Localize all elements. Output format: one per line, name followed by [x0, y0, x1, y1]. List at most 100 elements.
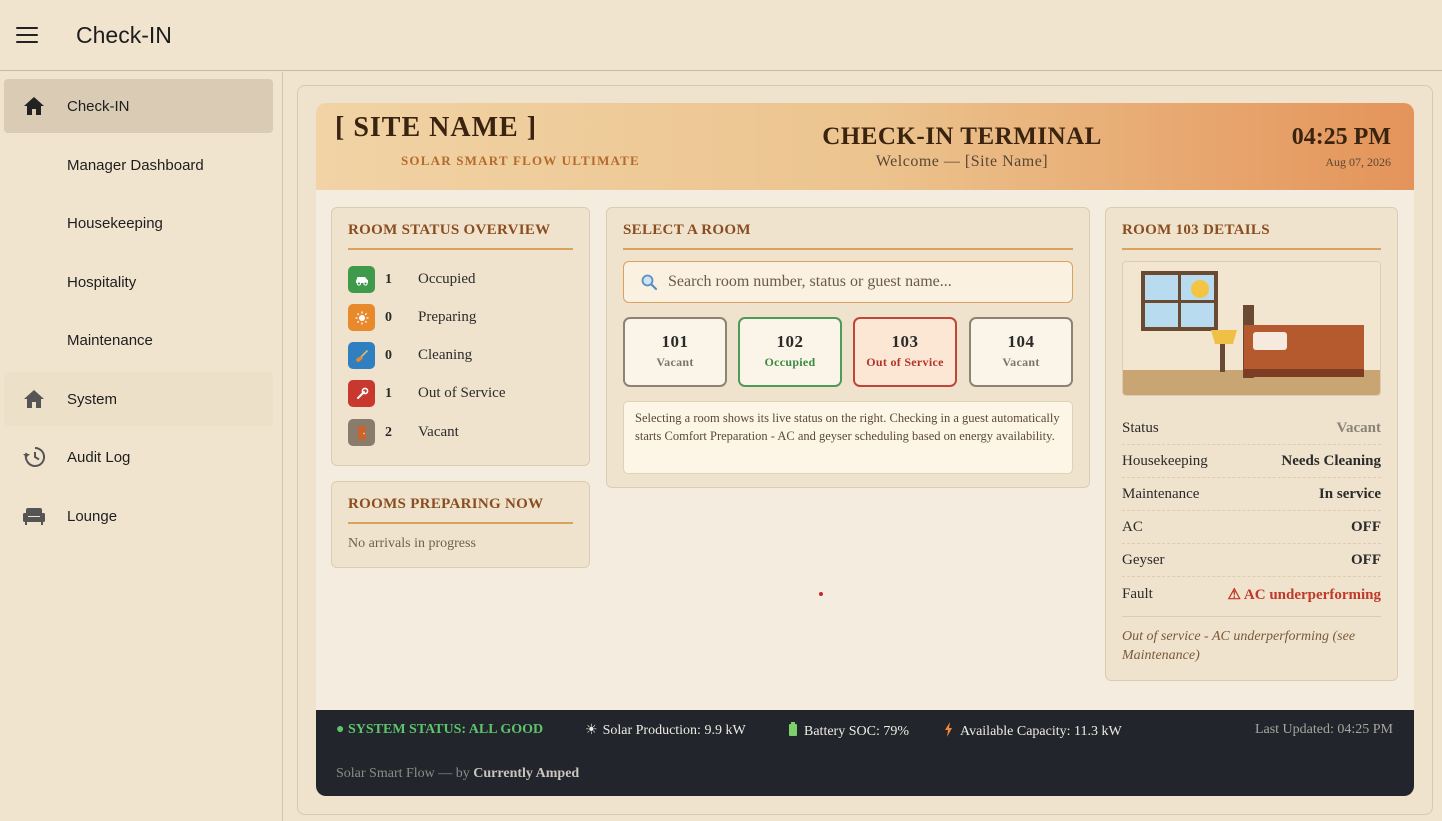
room-number: 103 [891, 332, 919, 351]
car-icon [348, 266, 375, 293]
sidebar-item-manager-dashboard[interactable]: Manager Dashboard [4, 138, 273, 192]
battery-soc-text: Battery SOC: 79% [804, 723, 909, 739]
system-status-bar: ● SYSTEM STATUS: ALL GOOD ☀ Solar Produc… [316, 710, 1414, 796]
sidebar-item-label: Maintenance [67, 331, 153, 349]
sun-icon [348, 304, 375, 331]
detail-row-maintenance: Maintenance In service [1122, 478, 1381, 511]
sun-icon: ☀ [585, 723, 598, 738]
card-title: SELECT A ROOM [623, 222, 1073, 250]
status-row-out-of-service: 1 Out of Service [348, 380, 505, 407]
detail-value: In service [1318, 485, 1381, 502]
sidebar-item-maintenance[interactable]: Maintenance [4, 313, 273, 367]
status-label: Occupied [418, 271, 476, 287]
lightning-icon [944, 722, 953, 742]
detail-value: OFF [1351, 518, 1381, 535]
clock-time: 04:25 PM [1291, 124, 1391, 150]
status-row-vacant: 2 Vacant [348, 419, 459, 446]
clock-date: Aug 07, 2026 [1325, 155, 1391, 169]
history-icon [22, 445, 46, 469]
detail-value: Vacant [1336, 419, 1381, 436]
select-a-room: SELECT A ROOM 101 Vacant 102 Occupied 10… [606, 207, 1090, 488]
divider [1122, 616, 1381, 617]
site-name: [ SITE NAME ] [335, 112, 538, 143]
room-button-103[interactable]: 103 Out of Service [853, 317, 957, 387]
status-label: Vacant [418, 424, 459, 440]
search-input[interactable] [668, 273, 1058, 291]
status-row-occupied: 1 Occupied [348, 266, 475, 293]
detail-key: Geyser [1122, 551, 1165, 568]
status-row-cleaning: 0 Cleaning [348, 342, 472, 369]
available-capacity-text: Available Capacity: 11.3 kW [960, 724, 1122, 739]
app-title: Check-IN [76, 21, 172, 48]
room-status: Out of Service [866, 355, 944, 369]
check-in-terminal: [ SITE NAME ] SOLAR SMART FLOW ULTIMATE … [316, 103, 1414, 796]
room-status: Occupied [764, 355, 816, 369]
room-illustration [1122, 261, 1381, 396]
search-icon [640, 273, 658, 291]
credit: Solar Smart Flow — by Currently Amped [336, 766, 579, 782]
detail-key: Housekeeping [1122, 452, 1208, 469]
room-search[interactable] [623, 261, 1073, 303]
welcome-text: Welcome — [Site Name] [875, 153, 1049, 170]
credit-brand: Currently Amped [473, 766, 580, 781]
detail-row-status: Status Vacant [1122, 412, 1381, 445]
indicator-dot [819, 592, 823, 596]
room-number: 102 [776, 332, 804, 351]
door-icon [348, 419, 375, 446]
room-number: 101 [661, 332, 689, 351]
room-button-102[interactable]: 102 Occupied [738, 317, 842, 387]
solar-production: ☀ Solar Production: 9.9 kW [585, 722, 746, 739]
room-button-104[interactable]: 104 Vacant [969, 317, 1073, 387]
sidebar-item-label: Check-IN [67, 97, 130, 115]
sidebar: Check-IN Manager Dashboard Housekeeping … [0, 72, 283, 821]
terminal-header: [ SITE NAME ] SOLAR SMART FLOW ULTIMATE … [316, 103, 1414, 190]
battery-soc: Battery SOC: 79% [788, 722, 909, 741]
status-count: 1 [385, 271, 392, 287]
sidebar-item-housekeeping[interactable]: Housekeeping [4, 196, 273, 250]
room-status-overview: ROOM STATUS OVERVIEW 1 Occupied 0 Prepar… [331, 207, 590, 466]
sofa-icon [22, 504, 46, 528]
card-title: ROOM STATUS OVERVIEW [348, 222, 573, 250]
credit-prefix: Solar Smart Flow — by [336, 766, 470, 781]
status-label: Out of Service [418, 385, 506, 401]
sidebar-item-label: Manager Dashboard [67, 156, 204, 174]
menu-icon[interactable] [16, 27, 38, 43]
home-icon [22, 387, 46, 411]
detail-value: ⚠ AC underperforming [1227, 587, 1381, 603]
system-status: ● SYSTEM STATUS: ALL GOOD [336, 722, 544, 737]
status-count: 0 [385, 309, 392, 325]
broom-icon [348, 342, 375, 369]
detail-key: AC [1122, 518, 1143, 535]
details-note: Out of service - AC underperforming (see… [1122, 629, 1356, 663]
room-details: ROOM 103 DETAILS Status Vacant Housekeep… [1105, 207, 1398, 681]
empty-state-text: No arrivals in progress [348, 536, 476, 551]
help-note: Selecting a room shows its live status o… [623, 401, 1073, 474]
sidebar-item-check-in[interactable]: Check-IN [4, 79, 273, 133]
sidebar-item-audit-log[interactable]: Audit Log [4, 430, 273, 484]
sidebar-item-hospitality[interactable]: Hospitality [4, 255, 273, 309]
sidebar-item-label: Hospitality [67, 273, 137, 291]
room-status: Vacant [1002, 355, 1040, 369]
sidebar-item-lounge[interactable]: Lounge [4, 489, 273, 543]
detail-value: Needs Cleaning [1281, 452, 1381, 469]
detail-row-fault: Fault ⚠ AC underperforming [1122, 578, 1381, 611]
solar-production-text: Solar Production: 9.9 kW [602, 722, 746, 738]
app-bar: Check-IN [0, 0, 1442, 71]
home-icon [22, 94, 46, 118]
detail-key: Status [1122, 419, 1159, 436]
detail-row-housekeeping: Housekeeping Needs Cleaning [1122, 445, 1381, 478]
status-row-preparing: 0 Preparing [348, 304, 476, 331]
sidebar-item-system[interactable]: System [4, 372, 273, 426]
last-updated: Last Updated: 04:25 PM [1254, 722, 1393, 737]
rooms-preparing-now: ROOMS PREPARING NOW No arrivals in progr… [331, 481, 590, 568]
detail-value: OFF [1351, 551, 1381, 568]
available-capacity: Available Capacity: 11.3 kW [944, 722, 1122, 742]
sidebar-item-label: System [67, 390, 118, 408]
sidebar-item-label: Housekeeping [67, 214, 163, 232]
status-label: Preparing [418, 309, 477, 325]
wrench-icon [348, 380, 375, 407]
status-label: Cleaning [418, 347, 473, 363]
status-count: 1 [385, 385, 392, 401]
room-button-101[interactable]: 101 Vacant [623, 317, 727, 387]
card-title: ROOM 103 DETAILS [1122, 222, 1381, 250]
